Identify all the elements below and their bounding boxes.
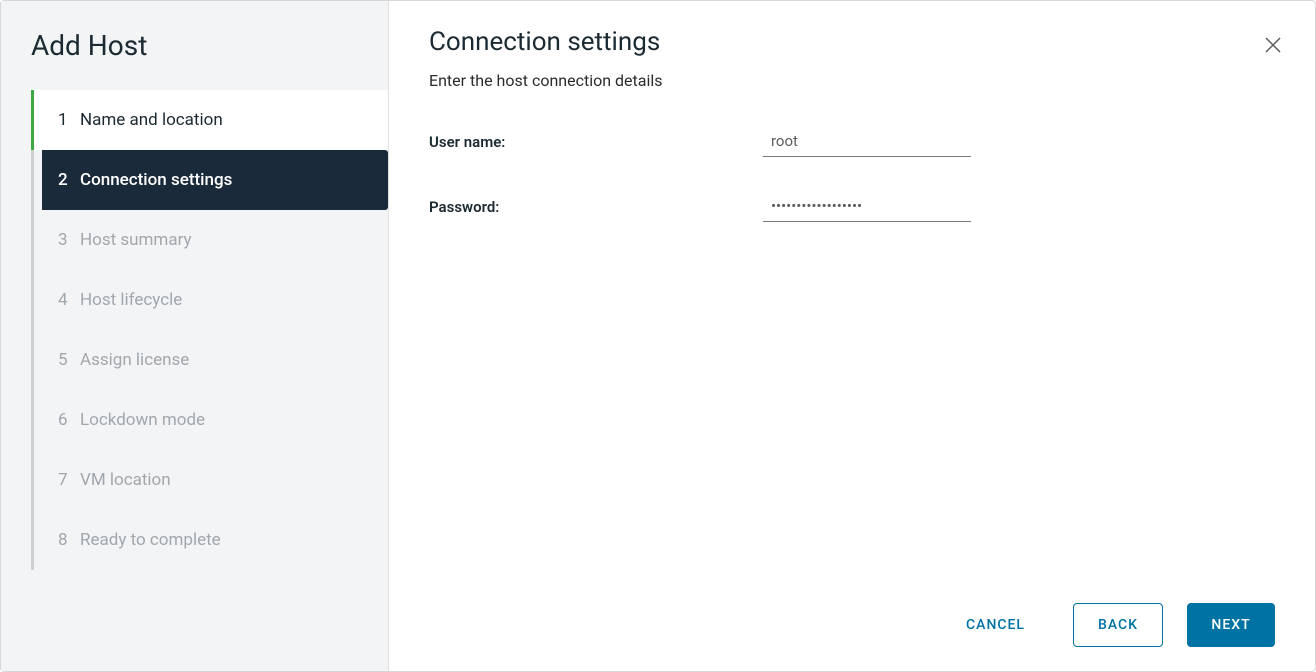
step-ready-to-complete: 8 Ready to complete <box>34 510 388 570</box>
wizard-content: Connection settings Enter the host conne… <box>389 1 1315 671</box>
step-label: Lockdown mode <box>80 410 205 430</box>
step-number: 2 <box>58 170 80 190</box>
wizard-steps: 1 Name and location 2 Connection setting… <box>31 90 388 570</box>
step-label: Host lifecycle <box>80 290 182 310</box>
step-connection-settings[interactable]: 2 Connection settings <box>42 150 388 210</box>
password-row: Password: <box>429 191 1275 222</box>
step-label: VM location <box>80 470 171 490</box>
step-number: 6 <box>58 410 80 430</box>
back-button[interactable]: BACK <box>1073 603 1163 647</box>
add-host-dialog: Add Host 1 Name and location 2 Connectio… <box>0 0 1316 672</box>
step-label: Assign license <box>80 350 189 370</box>
step-label: Ready to complete <box>80 530 221 550</box>
step-number: 7 <box>58 470 80 490</box>
wizard-sidebar: Add Host 1 Name and location 2 Connectio… <box>1 1 389 671</box>
step-host-summary: 3 Host summary <box>34 210 388 270</box>
wizard-footer: CANCEL BACK NEXT <box>429 603 1275 647</box>
step-number: 8 <box>58 530 80 550</box>
next-button[interactable]: NEXT <box>1187 603 1275 647</box>
step-lockdown-mode: 6 Lockdown mode <box>34 390 388 450</box>
step-vm-location: 7 VM location <box>34 450 388 510</box>
username-row: User name: <box>429 126 1275 157</box>
password-input[interactable] <box>763 191 971 222</box>
wizard-title: Add Host <box>1 29 388 90</box>
close-button[interactable] <box>1261 33 1285 57</box>
close-icon <box>1264 36 1282 54</box>
content-subtitle: Enter the host connection details <box>429 71 1275 90</box>
step-label: Connection settings <box>80 170 232 190</box>
step-label: Name and location <box>80 110 223 130</box>
step-number: 5 <box>58 350 80 370</box>
step-number: 4 <box>58 290 80 310</box>
step-host-lifecycle: 4 Host lifecycle <box>34 270 388 330</box>
step-name-and-location[interactable]: 1 Name and location <box>34 90 388 150</box>
content-title: Connection settings <box>429 27 1275 57</box>
step-number: 1 <box>58 110 80 130</box>
password-label: Password: <box>429 198 763 216</box>
cancel-button[interactable]: CANCEL <box>942 603 1049 647</box>
step-number: 3 <box>58 230 80 250</box>
username-label: User name: <box>429 133 763 151</box>
step-assign-license: 5 Assign license <box>34 330 388 390</box>
username-input[interactable] <box>763 126 971 157</box>
step-label: Host summary <box>80 230 192 250</box>
